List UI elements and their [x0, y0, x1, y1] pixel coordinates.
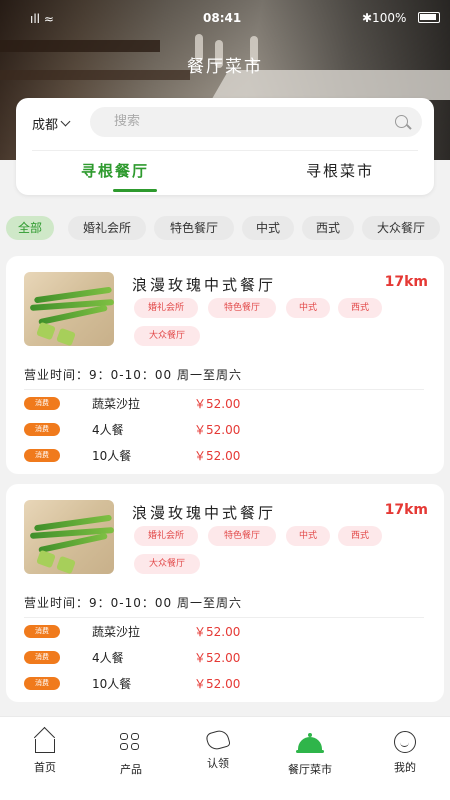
nav-profile[interactable]: 我的	[370, 731, 440, 775]
restaurant-name: 浪漫玫瑰中式餐厅	[132, 276, 277, 294]
deal-price: ￥52.00	[194, 677, 241, 691]
restaurant-card[interactable]: 浪漫玫瑰中式餐厅 17km 婚礼会所 特色餐厅 中式 西式 大众餐厅 营业时间：…	[6, 256, 444, 474]
deal-item: 蔬菜沙拉	[92, 397, 141, 411]
restaurant-card[interactable]: 浪漫玫瑰中式餐厅 17km 婚礼会所 特色餐厅 中式 西式 大众餐厅 营业时间：…	[6, 484, 444, 702]
page-title: 餐厅菜市	[187, 57, 263, 77]
nav-label: 我的	[394, 761, 416, 774]
filter-chips: 全部 婚礼会所 特色餐厅 中式 西式 大众餐厅	[6, 216, 446, 240]
battery-icon	[418, 12, 440, 23]
tag: 大众餐厅	[134, 554, 200, 574]
consume-badge: 消费	[24, 423, 60, 436]
home-icon	[35, 739, 55, 753]
restaurant-distance: 17km	[384, 502, 428, 518]
city-label: 成都	[32, 118, 59, 133]
city-selector[interactable]: 成都	[32, 114, 71, 133]
search-icon[interactable]	[395, 115, 408, 128]
deal-item: 10人餐	[92, 677, 132, 691]
deal-row[interactable]: 消费 4人餐 ￥52.00	[24, 648, 424, 666]
tag: 中式	[286, 526, 330, 546]
nav-home[interactable]: 首页	[10, 731, 80, 775]
deal-row[interactable]: 消费 10人餐 ￥52.00	[24, 674, 424, 692]
deal-item: 4人餐	[92, 423, 124, 437]
deal-price: ￥52.00	[194, 397, 241, 411]
tag: 中式	[286, 298, 330, 318]
search-input[interactable]	[114, 114, 374, 129]
battery-percent: ✱100%	[362, 11, 407, 25]
restaurant-distance: 17km	[384, 274, 428, 290]
search-box[interactable]	[90, 107, 422, 137]
filter-chip-all[interactable]: 全部	[6, 216, 54, 240]
divider	[24, 617, 424, 618]
deal-row[interactable]: 消费 蔬菜沙拉 ￥52.00	[24, 394, 424, 412]
tab-restaurants[interactable]: 寻根餐厅	[81, 160, 149, 181]
nav-products[interactable]: 产品	[96, 731, 166, 777]
nav-claim[interactable]: 认领	[183, 728, 253, 771]
divider	[24, 389, 424, 390]
claim-icon	[205, 728, 231, 752]
filter-chip-casual[interactable]: 大众餐厅	[362, 216, 440, 240]
deal-price: ￥52.00	[194, 449, 241, 463]
bottom-nav: 首页 产品 认领 餐厅菜市 我的	[0, 716, 450, 800]
deal-item: 10人餐	[92, 449, 132, 463]
tag: 大众餐厅	[134, 326, 200, 346]
consume-badge: 消费	[24, 397, 60, 410]
divider	[32, 150, 418, 151]
status-bar: ıll ≈ 08:41 ✱100%	[0, 0, 450, 34]
deal-row[interactable]: 消费 4人餐 ￥52.00	[24, 420, 424, 438]
restaurant-name: 浪漫玫瑰中式餐厅	[132, 504, 277, 522]
consume-badge: 消费	[24, 449, 60, 462]
filter-chip-wedding[interactable]: 婚礼会所	[68, 216, 146, 240]
tag: 婚礼会所	[134, 526, 198, 546]
nav-label: 认领	[207, 757, 229, 770]
deal-item: 4人餐	[92, 651, 124, 665]
filter-chip-western[interactable]: 西式	[302, 216, 354, 240]
deal-price: ￥52.00	[194, 651, 241, 665]
tag: 特色餐厅	[208, 298, 276, 318]
opening-hours: 营业时间：9：0-10：00 周一至周六	[24, 368, 242, 382]
tag: 特色餐厅	[208, 526, 276, 546]
deal-row[interactable]: 消费 蔬菜沙拉 ￥52.00	[24, 622, 424, 640]
restaurant-thumbnail	[24, 500, 114, 574]
opening-hours: 营业时间：9：0-10：00 周一至周六	[24, 596, 242, 610]
nav-restaurant-market[interactable]: 餐厅菜市	[275, 731, 345, 777]
deal-price: ￥52.00	[194, 625, 241, 639]
nav-label: 餐厅菜市	[288, 763, 332, 776]
tag: 西式	[338, 298, 382, 318]
tab-markets[interactable]: 寻根菜市	[306, 160, 374, 181]
tag: 西式	[338, 526, 382, 546]
profile-icon	[394, 731, 416, 753]
deal-item: 蔬菜沙拉	[92, 625, 141, 639]
search-card: 成都 寻根餐厅 寻根菜市	[16, 98, 434, 195]
signal-icon: ıll ≈	[30, 12, 54, 26]
tag: 婚礼会所	[134, 298, 198, 318]
nav-label: 产品	[120, 763, 142, 776]
product-icon	[118, 731, 144, 755]
filter-chip-chinese[interactable]: 中式	[242, 216, 294, 240]
restaurant-thumbnail	[24, 272, 114, 346]
cloche-icon	[296, 731, 324, 755]
deal-price: ￥52.00	[194, 423, 241, 437]
filter-chip-specialty[interactable]: 特色餐厅	[154, 216, 234, 240]
active-tab-indicator	[113, 189, 157, 192]
consume-badge: 消费	[24, 651, 60, 664]
status-time: 08:41	[203, 11, 242, 25]
deal-row[interactable]: 消费 10人餐 ￥52.00	[24, 446, 424, 464]
consume-badge: 消费	[24, 625, 60, 638]
consume-badge: 消费	[24, 677, 60, 690]
nav-label: 首页	[34, 761, 56, 774]
chevron-down-icon	[60, 116, 71, 127]
